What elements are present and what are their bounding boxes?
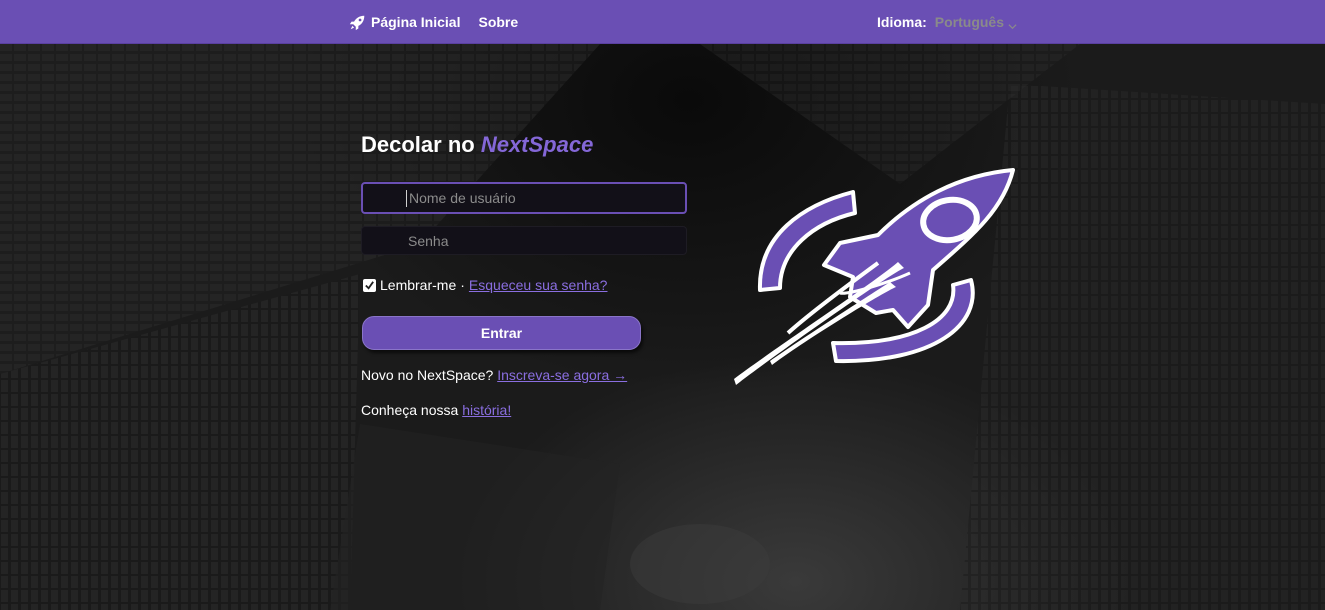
language-dropdown[interactable]: Português [935, 14, 1017, 30]
language-selector: Idioma: Português [877, 0, 1017, 44]
nav-left: Página Inicial Sobre [349, 0, 536, 44]
remember-label: Lembrar-me [380, 277, 457, 293]
history-row: Conheça nossa história! [361, 402, 511, 418]
nav-home-label: Página Inicial [371, 14, 461, 30]
remember-row: Lembrar-me · Esqueceu sua senha? [363, 277, 607, 293]
top-navbar: Página Inicial Sobre Idioma: Português [0, 0, 1325, 44]
password-field[interactable] [361, 226, 687, 255]
login-form: Decolar no NextSpace Lembrar-me · Esquec… [361, 130, 691, 418]
signup-prefix: Novo no NextSpace? [361, 367, 494, 383]
username-input[interactable] [363, 184, 685, 212]
checkbox-checked-icon [365, 280, 374, 290]
signup-row: Novo no NextSpace? Inscreva-se agora → [361, 367, 627, 383]
signup-link[interactable]: Inscreva-se agora → [497, 367, 627, 383]
history-prefix: Conheça nossa [361, 402, 459, 418]
rocket-icon [349, 14, 366, 31]
separator: · [460, 277, 465, 293]
rocket-logo [728, 165, 1020, 390]
text-caret [406, 190, 407, 207]
remember-checkbox[interactable] [363, 278, 376, 292]
chevron-down-icon [1008, 18, 1017, 29]
login-button[interactable]: Entrar [362, 316, 641, 350]
background-image [0, 44, 1325, 610]
page-title: Decolar no NextSpace [361, 130, 691, 160]
title-brand: NextSpace [480, 132, 594, 157]
nav-home-link[interactable]: Página Inicial [349, 14, 460, 31]
nav-about-link[interactable]: Sobre [478, 14, 518, 30]
username-field[interactable] [361, 182, 687, 214]
history-link[interactable]: história! [462, 402, 511, 418]
title-prefix: Decolar no [361, 132, 475, 157]
password-input[interactable] [362, 227, 686, 254]
language-label: Idioma: [877, 14, 927, 30]
language-value: Português [934, 14, 1005, 30]
forgot-password-link[interactable]: Esqueceu sua senha? [469, 277, 608, 293]
